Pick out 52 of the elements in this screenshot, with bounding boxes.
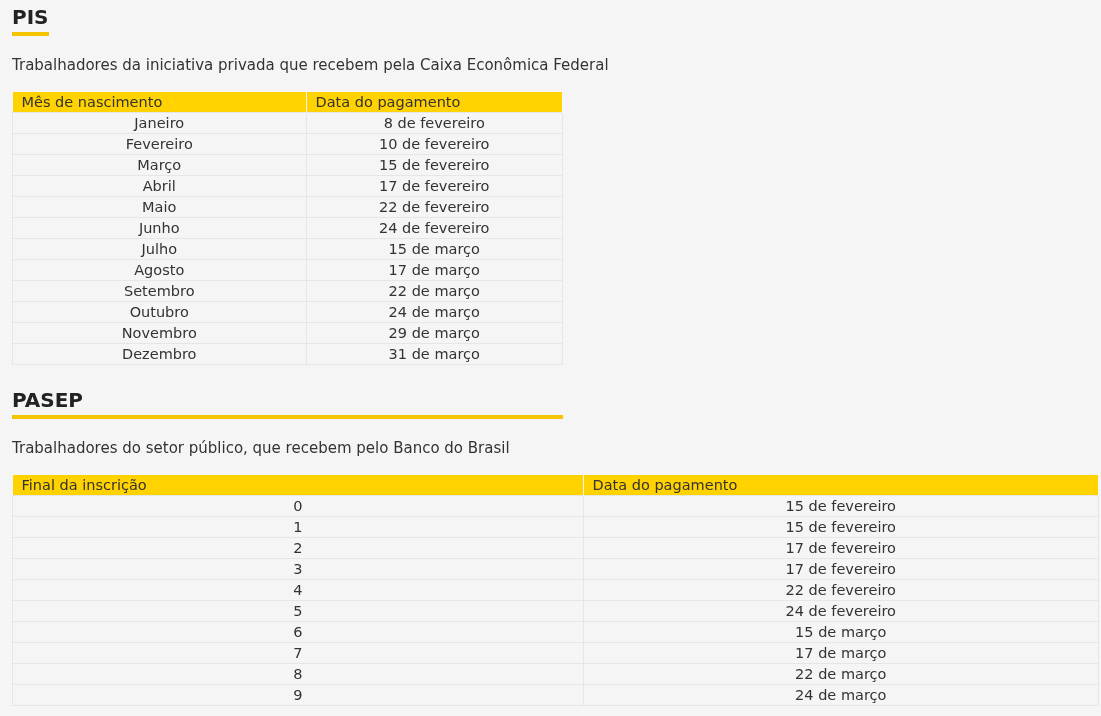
table-cell: 15 de fevereiro (306, 154, 563, 176)
table-cell: 24 de março (306, 301, 563, 323)
table-cell: Janeiro (12, 112, 306, 134)
table-cell: 31 de março (306, 343, 563, 365)
table-cell: 17 de março (306, 259, 563, 281)
table-cell: Maio (12, 196, 306, 218)
table-cell: 17 de fevereiro (306, 175, 563, 197)
table-cell: Fevereiro (12, 133, 306, 155)
table-cell: 22 de março (306, 280, 563, 302)
table-cell: 6 (12, 621, 583, 643)
section-description: Trabalhadores da iniciativa privada que recebem pela Caixa Econômica Federal (12, 56, 610, 74)
table-cell: 10 de fevereiro (306, 133, 563, 155)
table-cell: 1 (12, 516, 583, 538)
table-cell: 24 de março (583, 684, 1099, 706)
table-cell: 8 (12, 663, 583, 685)
table-cell: Junho (12, 217, 306, 239)
table-cell: 4 (12, 579, 583, 601)
table-cell: 15 de fevereiro (583, 495, 1099, 517)
table-cell: Outubro (12, 301, 306, 323)
column-header: Mês de nascimento (12, 92, 306, 113)
table-cell: 7 (12, 642, 583, 664)
table-cell: Abril (12, 175, 306, 197)
section-heading: PASEP (12, 387, 563, 419)
column-header: Final da inscrição (12, 475, 583, 496)
table-cell: 24 de fevereiro (306, 217, 563, 239)
table-cell: Março (12, 154, 306, 176)
table-cell: 17 de fevereiro (583, 558, 1099, 580)
table-cell: 22 de março (583, 663, 1099, 685)
column-header: Data do pagamento (306, 92, 563, 113)
section-description: Trabalhadores do setor público, que recebem pelo Banco do Brasil (12, 439, 511, 457)
table-cell: 17 de março (583, 642, 1099, 664)
table-cell: 15 de março (583, 621, 1099, 643)
table-cell: 0 (12, 495, 583, 517)
table-cell: Setembro (12, 280, 306, 302)
table-cell: 9 (12, 684, 583, 706)
table-cell: 22 de fevereiro (583, 579, 1099, 601)
column-header: Data do pagamento (583, 475, 1099, 496)
table-cell: 5 (12, 600, 583, 622)
table-cell: 17 de fevereiro (583, 537, 1099, 559)
table-cell: 15 de fevereiro (583, 516, 1099, 538)
table-cell: Julho (12, 238, 306, 260)
table-cell: 8 de fevereiro (306, 112, 563, 134)
table-cell: 22 de fevereiro (306, 196, 563, 218)
table-cell: Agosto (12, 259, 306, 281)
table-cell: 24 de fevereiro (583, 600, 1099, 622)
table-cell: 2 (12, 537, 583, 559)
section-heading: PIS (12, 4, 49, 36)
table-cell: 3 (12, 558, 583, 580)
table-cell: 15 de março (306, 238, 563, 260)
table-cell: Novembro (12, 322, 306, 344)
table-cell: Dezembro (12, 343, 306, 365)
table-cell: 29 de março (306, 322, 563, 344)
